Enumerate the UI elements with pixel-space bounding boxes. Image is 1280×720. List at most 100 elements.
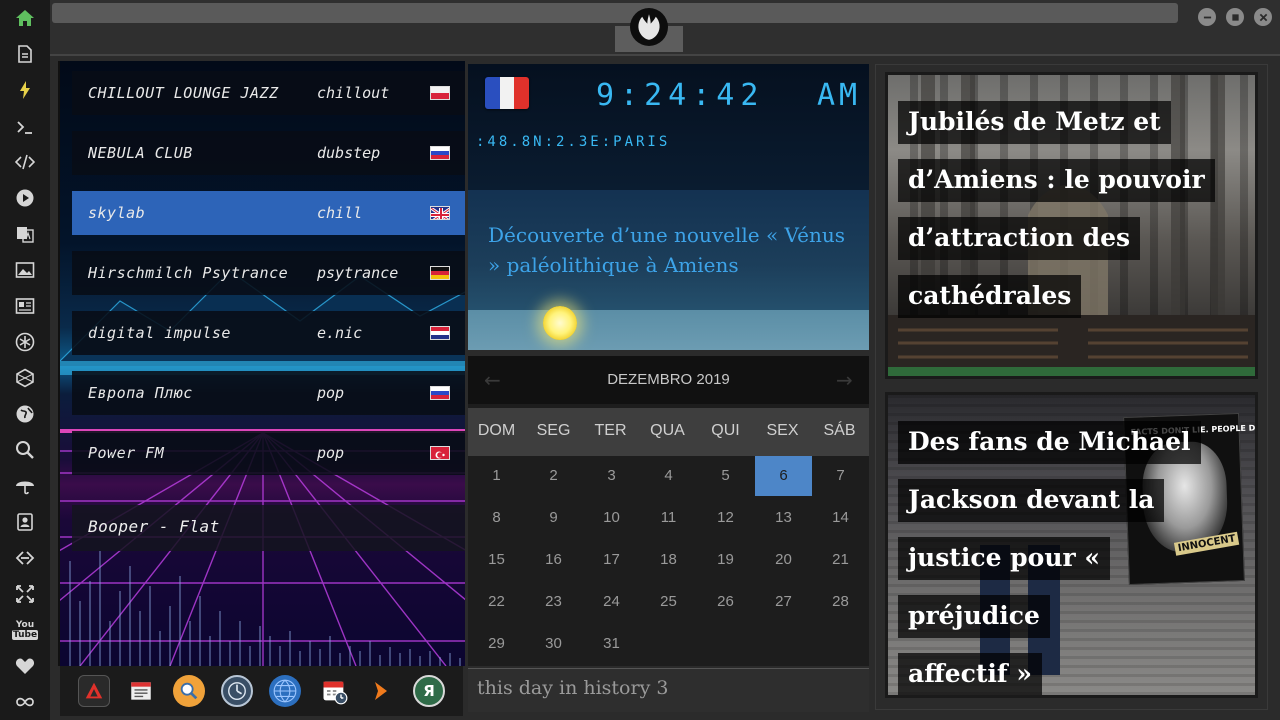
calendar-day[interactable]: 23	[525, 582, 582, 622]
station-row[interactable]: NEBULA CLUB dubstep	[72, 131, 465, 175]
expand-icon[interactable]	[13, 582, 37, 606]
clock-location: :48.8N:2.3E:PARIS	[476, 134, 671, 150]
news-icon[interactable]	[13, 294, 37, 318]
station-name: NEBULA CLUB	[88, 144, 193, 162]
autodesk-icon[interactable]	[78, 675, 110, 707]
station-genre: pop	[317, 384, 345, 402]
play-icon[interactable]	[13, 186, 37, 210]
calendar-day[interactable]: 5	[697, 456, 754, 496]
calendar-day[interactable]: 1	[468, 456, 525, 496]
search-icon[interactable]	[13, 438, 37, 462]
translate-icon[interactable]	[13, 222, 37, 246]
weekday-label: SEX	[766, 422, 799, 439]
clock-icon[interactable]	[221, 675, 253, 707]
home-icon[interactable]	[13, 6, 37, 30]
france-flag-icon	[485, 77, 529, 109]
arrow-icon[interactable]	[365, 675, 397, 707]
globe-icon[interactable]	[13, 402, 37, 426]
code-icon[interactable]	[13, 150, 37, 174]
radio-panel: CHILLOUT LOUNGE JAZZ chillout NEBULA CLU…	[58, 61, 465, 666]
calendar-day[interactable]: 9	[525, 498, 582, 538]
yandex-icon[interactable]: Я	[413, 675, 445, 707]
globe-icon[interactable]	[269, 675, 301, 707]
calendar-day[interactable]: 3	[583, 456, 640, 496]
station-row[interactable]: digital impulse e.nic	[72, 311, 465, 355]
calendar-day[interactable]: 18	[640, 540, 697, 580]
station-row-selected[interactable]: skylab chill	[72, 191, 465, 235]
link-icon[interactable]	[13, 546, 37, 570]
magnifier-icon[interactable]	[173, 675, 205, 707]
station-genre: pop	[317, 444, 345, 462]
calendar-day[interactable]: 28	[812, 582, 869, 622]
calendar-day[interactable]: 24	[583, 582, 640, 622]
left-sidebar: You Tube	[0, 0, 50, 720]
calendar-day[interactable]: 15	[468, 540, 525, 580]
headline-line: d’Amiens : le pouvoir	[898, 159, 1215, 202]
station-name: Hirschmilch Psytrance	[88, 264, 289, 282]
heart-icon[interactable]	[13, 654, 37, 678]
minimize-icon[interactable]	[1198, 8, 1216, 26]
youtube-icon[interactable]: You Tube	[11, 618, 39, 642]
calendar-day[interactable]: 27	[755, 582, 812, 622]
station-row[interactable]: Европа Плюс pop	[72, 371, 465, 415]
maximize-icon[interactable]	[1226, 8, 1244, 26]
hexagon-icon[interactable]	[13, 366, 37, 390]
calendar-day[interactable]: 8	[468, 498, 525, 538]
calendar-day[interactable]: 12	[697, 498, 754, 538]
weekday-label: TER	[594, 422, 627, 439]
contacts-icon[interactable]	[13, 510, 37, 534]
calendar-day[interactable]: 25	[640, 582, 697, 622]
history-bar[interactable]: this day in history 3	[468, 668, 869, 712]
clock-ampm: AM	[817, 78, 862, 113]
calendar-day[interactable]: 13	[755, 498, 812, 538]
asterisk-icon[interactable]	[13, 330, 37, 354]
calendar-day[interactable]: 7	[812, 456, 869, 496]
calendar-header: ← DEZEMBRO 2019 →	[468, 356, 869, 404]
russia-flag-icon	[430, 386, 450, 400]
calendar-day[interactable]: 2	[525, 456, 582, 496]
headline-line: justice pour « préjudice	[898, 537, 1111, 638]
calendar-day-today[interactable]: 6	[755, 456, 812, 496]
news-link-headline[interactable]: Découverte d’une nouvelle « Vénus » palé…	[488, 220, 858, 280]
document-icon[interactable]	[13, 42, 37, 66]
calendar-day[interactable]: 11	[640, 498, 697, 538]
close-icon[interactable]	[1254, 8, 1272, 26]
clock-panel: 9:24:42 AM :48.8N:2.3E:PARIS Découverte …	[468, 64, 869, 350]
terminal-icon[interactable]	[13, 115, 37, 139]
calendar-day[interactable]: 17	[583, 540, 640, 580]
calendar-day[interactable]: 4	[640, 456, 697, 496]
station-row[interactable]: CHILLOUT LOUNGE JAZZ chillout	[72, 71, 465, 115]
calendar-day[interactable]: 31	[583, 624, 640, 664]
calendar-day[interactable]: 29	[468, 624, 525, 664]
calendar-day[interactable]: 19	[697, 540, 754, 580]
calendar-day[interactable]: 21	[812, 540, 869, 580]
station-row[interactable]: Hirschmilch Psytrance psytrance	[72, 251, 465, 295]
image-icon[interactable]	[13, 258, 37, 282]
top-bar	[50, 0, 1280, 56]
calendar-day[interactable]: 14	[812, 498, 869, 538]
calendar-day[interactable]: 30	[525, 624, 582, 664]
infinity-icon[interactable]	[13, 690, 37, 714]
news-headline: Des fans de Michael Jackson devant la ju…	[898, 413, 1248, 695]
umbrella-icon[interactable]	[13, 474, 37, 498]
station-genre: psytrance	[317, 264, 399, 282]
address-bar[interactable]	[52, 3, 1178, 23]
calendar-day[interactable]: 22	[468, 582, 525, 622]
rebel-alliance-emblem-icon[interactable]	[630, 8, 668, 46]
calendar-day[interactable]: 20	[755, 540, 812, 580]
russia-flag-icon	[430, 146, 450, 160]
arrow-right-icon[interactable]: →	[836, 368, 853, 392]
calendar-day[interactable]: 10	[583, 498, 640, 538]
calendar-day[interactable]: 26	[697, 582, 754, 622]
calendar-day[interactable]: 16	[525, 540, 582, 580]
bolt-icon[interactable]	[13, 78, 37, 102]
news-card[interactable]: FACTS DON'T LIE. PEOPLE DO. INNOCENT Des…	[885, 392, 1258, 698]
station-name: skylab	[88, 204, 146, 222]
calendar-news-icon[interactable]	[125, 675, 157, 707]
weekday-label: DOM	[477, 422, 516, 439]
weekday-label: QUA	[650, 422, 685, 439]
station-row[interactable]: Power FM pop	[72, 431, 465, 475]
station-name: CHILLOUT LOUNGE JAZZ	[88, 84, 279, 102]
calendar-icon[interactable]	[318, 675, 350, 707]
news-card[interactable]: Jubilés de Metz et d’Amiens : le pouvoir…	[885, 72, 1258, 379]
